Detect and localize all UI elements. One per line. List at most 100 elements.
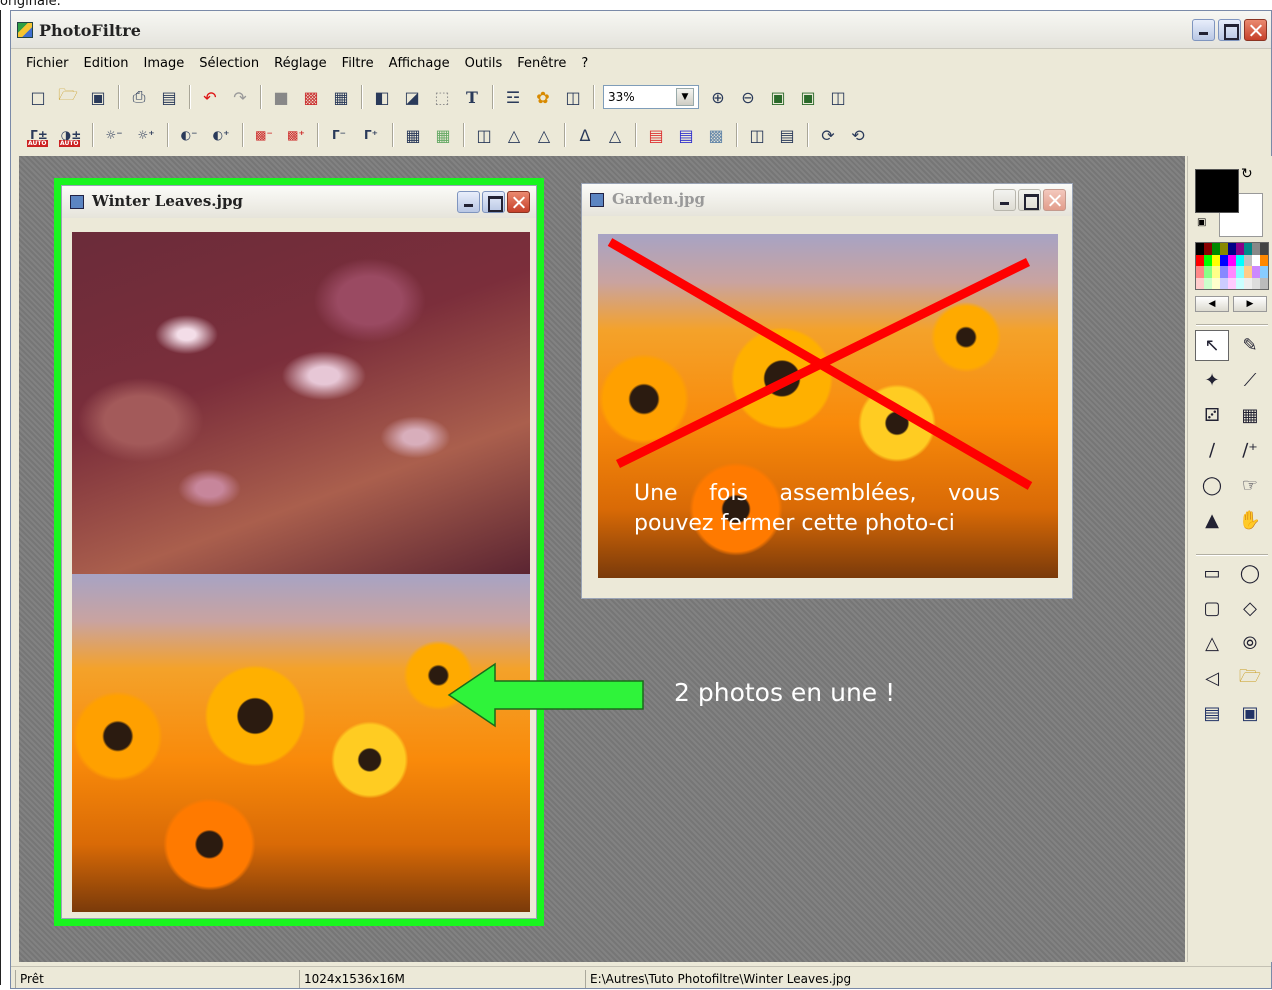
eyedropper-icon[interactable]: ✎ [1233,330,1267,361]
canvas-size-icon[interactable]: ◪ [397,84,427,110]
smudge-icon[interactable]: ☞ [1233,470,1267,501]
menu-reglage[interactable]: Réglage [267,56,335,71]
brightness-minus-icon[interactable]: ☼⁻ [98,122,130,148]
garden-titlebar[interactable]: Garden.jpg [582,184,1072,216]
menu-help[interactable]: ? [574,56,596,71]
window-icon[interactable]: ◫ [558,84,588,110]
menu-edition[interactable]: Edition [77,56,137,71]
close-button[interactable] [1244,19,1267,41]
menu-fenetre[interactable]: Fenêtre [510,56,574,71]
chevron-down-icon[interactable]: ▼ [676,88,694,106]
polygon-lasso-icon[interactable]: ◁ [1195,663,1229,694]
rectangle-icon[interactable]: ▭ [1195,558,1229,589]
select-all-icon[interactable]: ▤ [1195,698,1229,729]
open-icon[interactable]: 🗁 [53,84,83,110]
brush-icon[interactable]: ∕ [1195,435,1229,466]
fit-icon[interactable]: ▣ [763,84,793,110]
color-grid-icon[interactable]: ▩ [296,84,326,110]
gamma-minus-icon[interactable]: Γ⁻ [323,122,355,148]
hand-icon[interactable]: ✋ [1233,505,1267,536]
menu-selection[interactable]: Sélection [192,56,267,71]
fill-bucket-icon[interactable]: ⚂ [1195,400,1229,431]
magic-wand-icon[interactable]: ✦ [1195,365,1229,396]
rotate-icon[interactable]: ⟳ [813,122,843,148]
ellipse-icon[interactable]: ◯ [1233,558,1267,589]
reset-colors-icon[interactable]: ▣ [1197,217,1206,228]
blur-icon[interactable]: ◫ [469,122,499,148]
flip-horizontal-icon[interactable]: ◫ [742,122,772,148]
sun-icon[interactable]: ✿ [528,84,558,110]
minimize-button[interactable] [1192,19,1215,41]
brush-effect-icon[interactable]: ▩ [701,122,731,148]
flip-vertical-icon[interactable]: ▤ [772,122,802,148]
slideshow-icon[interactable]: ◫ [823,84,853,110]
garden-window[interactable]: Garden.jpg Une fois assemblées, vous pou… [581,183,1073,599]
contrast-minus-icon[interactable]: ◐⁻ [173,122,205,148]
minimize-button[interactable] [457,191,480,213]
scan-icon[interactable]: ▤ [154,84,184,110]
zoom-in-icon[interactable]: ⊕ [703,84,733,110]
pointer-icon[interactable]: ↖ [1195,330,1229,361]
new-icon[interactable]: □ [23,84,53,110]
advanced-brush-icon[interactable]: ∕⁺ [1233,435,1267,466]
stamp-icon[interactable]: ▲ [1195,505,1229,536]
menu-image[interactable]: Image [136,56,192,71]
saturation-minus-icon[interactable]: ▩⁻ [248,122,280,148]
zoom-input[interactable] [604,87,676,107]
saturation-plus-icon[interactable]: ▩⁺ [280,122,312,148]
winter-leaves-window[interactable]: Winter Leaves.jpg [61,185,537,919]
palette-next-button[interactable]: ▶ [1233,296,1267,312]
diamond-icon[interactable]: ◇ [1233,593,1267,624]
print-icon[interactable]: ⎙ [124,84,154,110]
fullscreen-icon[interactable]: ▣ [793,84,823,110]
menu-filtre[interactable]: Filtre [335,56,382,71]
contrast-plus-icon[interactable]: ◐⁺ [205,122,237,148]
menu-outils[interactable]: Outils [458,56,511,71]
foreground-color-swatch[interactable] [1195,169,1239,213]
redo-icon[interactable]: ↷ [225,84,255,110]
triangle-icon[interactable]: △ [1195,628,1229,659]
image-size-icon[interactable]: ◧ [367,84,397,110]
fill-icon[interactable]: ■ [266,84,296,110]
rgb-icon[interactable]: ▤ [671,122,701,148]
sharpen2-icon[interactable]: △ [600,122,630,148]
grid2-icon[interactable]: ▦ [428,122,458,148]
spray-icon[interactable]: ▦ [1233,400,1267,431]
gamma-plus-icon[interactable]: Γ⁺ [355,122,387,148]
rotate2-icon[interactable]: ⟲ [843,122,873,148]
menu-affichage[interactable]: Affichage [382,56,458,71]
lasso-icon[interactable]: ⦾ [1233,628,1267,659]
drop2-icon[interactable]: △ [529,122,559,148]
blur-drop-icon[interactable]: ◯ [1195,470,1229,501]
sharpen-icon[interactable]: Δ [570,122,600,148]
maximize-button[interactable] [1018,189,1041,211]
tree-icon[interactable]: ☲ [498,84,528,110]
workspace[interactable]: Winter Leaves.jpg Garden.jpg Une fois as… [19,156,1185,962]
winter-leaves-titlebar[interactable]: Winter Leaves.jpg [62,186,536,218]
grid-icon[interactable]: ▦ [398,122,428,148]
rounded-rect-icon[interactable]: ▢ [1195,593,1229,624]
brightness-plus-icon[interactable]: ☼⁺ [130,122,162,148]
open-shape-icon[interactable]: 🗁 [1233,663,1267,694]
app-titlebar[interactable]: PhotoFiltre [11,11,1271,49]
menu-fichier[interactable]: Fichier [19,56,77,71]
undo-icon[interactable]: ↶ [195,84,225,110]
line-icon[interactable]: ⟋ [1233,365,1267,396]
invert-select-icon[interactable]: ▣ [1233,698,1267,729]
auto-contrast-icon[interactable]: ◑± AUTO [55,122,87,148]
color-swatch-grid[interactable] [1195,242,1269,290]
zoom-out-icon[interactable]: ⊖ [733,84,763,110]
auto-levels-icon[interactable]: Γ± AUTO [23,122,55,148]
text-icon[interactable]: T [457,84,487,110]
minimize-button[interactable] [993,189,1016,211]
close-button[interactable] [507,191,530,213]
transform-icon[interactable]: ▦ [326,84,356,110]
maximize-button[interactable] [482,191,505,213]
swap-colors-icon[interactable]: ↻ [1241,166,1253,182]
close-button[interactable] [1043,189,1066,211]
palette-prev-button[interactable]: ◀ [1195,296,1229,312]
save-icon[interactable]: ▣ [83,84,113,110]
zoom-combobox[interactable]: ▼ [603,85,699,109]
drop-icon[interactable]: △ [499,122,529,148]
maximize-button[interactable] [1218,19,1241,41]
